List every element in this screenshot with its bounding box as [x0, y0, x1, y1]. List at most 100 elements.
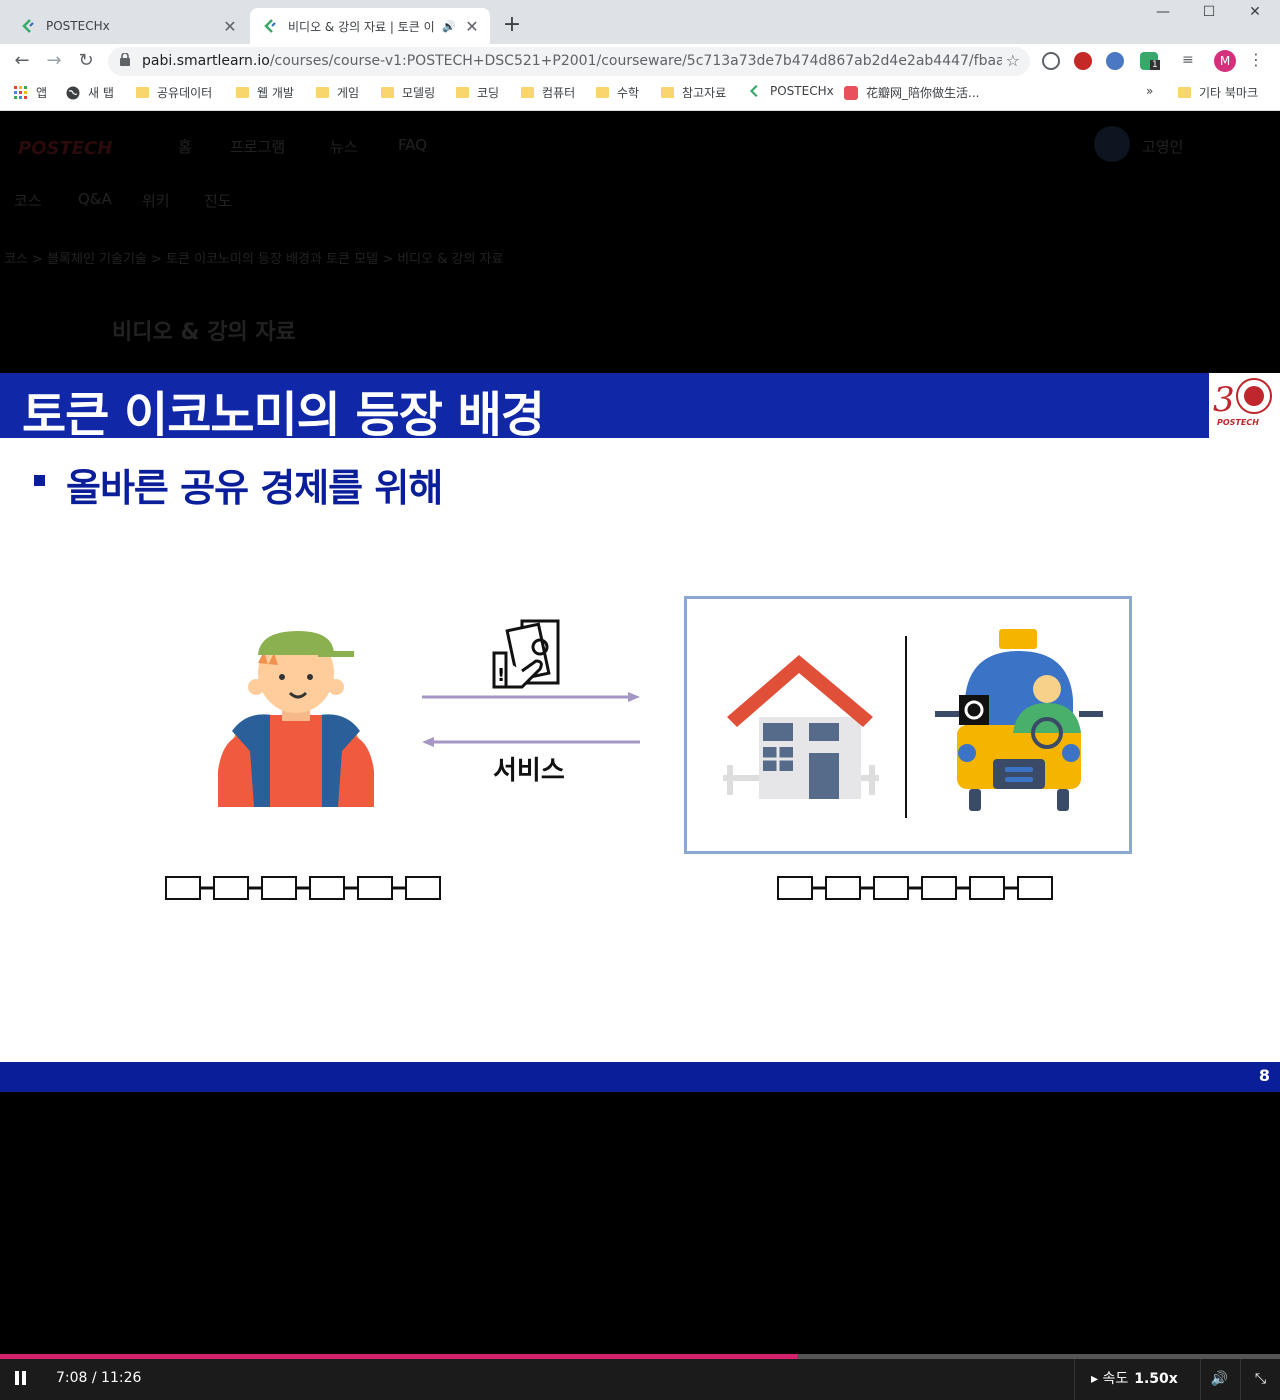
house-icon — [723, 655, 879, 799]
globe-icon — [66, 86, 80, 99]
provider-divider — [905, 636, 907, 818]
folder-icon — [381, 87, 394, 98]
svg-text:!: ! — [497, 665, 505, 686]
user-name[interactable]: 고영인 — [1142, 136, 1183, 157]
bookmark-postechx[interactable]: POSTECHx — [748, 84, 834, 98]
nav-home[interactable]: 홈 — [178, 136, 192, 157]
bookmark-label: 게임 — [337, 86, 360, 100]
back-arrow-icon[interactable]: ← — [10, 50, 34, 71]
bookmark-folder[interactable]: 모델링 — [381, 84, 435, 101]
bookmark-label: POSTECHx — [770, 84, 834, 98]
bookmark-folder[interactable]: 코딩 — [456, 84, 499, 101]
extension-shield-icon[interactable]: 1 — [1140, 52, 1160, 70]
bookmark-folder[interactable]: 참고자료 — [661, 84, 726, 101]
pause-icon[interactable] — [14, 1371, 28, 1385]
nav-news[interactable]: 뉴스 — [330, 136, 358, 157]
extension-badge: 1 — [1150, 60, 1160, 70]
url-path: /courses/course-v1:POSTECH+DSC521+P2001/… — [269, 53, 1002, 69]
course-tab-wiki[interactable]: 위키 — [142, 190, 170, 211]
extension-red-icon[interactable] — [1074, 52, 1092, 70]
bookmark-label: 수학 — [617, 86, 640, 100]
apps-grid-icon — [14, 85, 27, 99]
nav-faq[interactable]: FAQ — [398, 136, 427, 154]
bookmarks-overflow-button[interactable]: » — [1146, 84, 1153, 98]
svg-text:3: 3 — [1213, 380, 1235, 420]
forward-arrow-icon[interactable]: → — [42, 50, 66, 71]
user-person-icon — [218, 631, 374, 807]
tab-close-icon[interactable]: ✕ — [218, 17, 242, 36]
huaban-icon — [844, 85, 858, 100]
reload-icon[interactable]: ↻ — [74, 50, 98, 71]
tab-title: 비디오 & 강의 자료 | 토큰 이 — [288, 19, 435, 34]
breadcrumb[interactable]: 코스 > 블록체인 기술기술 > 토큰 이코노미의 등장 배경과 토큰 모델 >… — [4, 248, 503, 267]
bookmark-label: 새 탭 — [88, 86, 114, 100]
slide-title: 토큰 이코노미의 등장 배경 — [22, 387, 545, 443]
speed-label: 속도 — [1102, 1371, 1129, 1387]
new-tab-button[interactable]: + — [498, 12, 526, 37]
bookmark-new-tab[interactable]: 새 탭 — [66, 84, 114, 101]
tab-video-lecture[interactable]: 비디오 & 강의 자료 | 토큰 이 🔊 ✕ — [250, 8, 490, 44]
folder-icon — [456, 87, 469, 98]
bookmark-huaban[interactable]: 花瓣网_陪你做生活... — [844, 84, 979, 101]
bookmark-folder[interactable]: 공유데이터 — [136, 84, 212, 101]
slide-subtitle: 올바른 공유 경제를 위해 — [66, 466, 443, 510]
exit-fullscreen-icon[interactable]: ⤡ — [1240, 1359, 1280, 1400]
bookmark-label: 코딩 — [477, 86, 500, 100]
folder-icon — [1178, 87, 1191, 98]
address-bar[interactable]: pabi.smartlearn.io/courses/course-v1:POS… — [108, 47, 1030, 76]
video-controls: 7:08 / 11:26 ▸ 속도 1.50x 🔊 ⤡ — [0, 1359, 1280, 1400]
postech-anniversary-icon: 3 — [1213, 378, 1272, 420]
tab-close-icon[interactable]: ✕ — [460, 17, 484, 36]
logo-text: POSTECH — [1217, 418, 1259, 427]
url-text[interactable]: pabi.smartlearn.io/courses/course-v1:POS… — [142, 53, 1002, 69]
bookmarks-bar: 앱 새 탭 공유데이터 웹 개발 게임 모델링 코딩 컴퓨터 수학 참고자료 P… — [0, 78, 1280, 111]
bookmark-star-icon[interactable]: ☆ — [1006, 51, 1020, 70]
tab-postechx[interactable]: POSTECHx ✕ — [8, 8, 248, 44]
course-tab-progress[interactable]: 진도 — [204, 190, 232, 211]
postechx-favicon-icon — [22, 19, 34, 33]
bookmark-label: 웹 개발 — [257, 86, 294, 100]
chrome-menu-icon[interactable]: ⋮ — [1248, 50, 1264, 69]
course-tab-qa[interactable]: Q&A — [78, 190, 112, 208]
profile-avatar[interactable]: M — [1214, 50, 1236, 72]
bookmark-folder[interactable]: 수학 — [596, 84, 639, 101]
site-logo[interactable]: POSTECH — [18, 138, 112, 159]
folder-icon — [316, 87, 329, 98]
folder-icon — [236, 87, 249, 98]
lock-icon — [120, 53, 130, 66]
media-control-icon[interactable]: ≡ — [1182, 52, 1200, 70]
lecture-slide: 토큰 이코노미의 등장 배경 3 POSTECH 올바른 공유 경제를 위해 !… — [0, 373, 1280, 1092]
tab-strip: POSTECHx ✕ 비디오 & 강의 자료 | 토큰 이 🔊 ✕ + — ☐ … — [0, 0, 1280, 44]
bookmark-folder[interactable]: 게임 — [316, 84, 359, 101]
taxi-driver-icon — [935, 629, 1103, 811]
speed-value: 1.50x — [1134, 1371, 1178, 1387]
volume-icon[interactable]: 🔊 — [1200, 1359, 1238, 1400]
service-label: 서비스 — [493, 756, 565, 786]
postechx-favicon-icon — [749, 84, 758, 98]
nav-programs[interactable]: 프로그램 — [230, 136, 285, 157]
postech-30th-logo: 3 POSTECH — [1209, 373, 1280, 438]
bookmark-label: 참고자료 — [682, 86, 727, 100]
extension-cloud-icon[interactable] — [1042, 52, 1060, 70]
bookmark-label: 花瓣网_陪你做生活... — [866, 86, 980, 100]
tab-title: POSTECHx — [46, 19, 110, 33]
audio-playing-icon[interactable]: 🔊 — [442, 20, 456, 33]
url-host: pabi.smartlearn.io — [142, 53, 270, 69]
maximize-icon[interactable]: ☐ — [1186, 4, 1232, 20]
slide-header: 토큰 이코노미의 등장 배경 — [0, 373, 1209, 443]
bookmark-folder[interactable]: 웹 개발 — [236, 84, 294, 101]
user-avatar[interactable] — [1094, 126, 1130, 162]
blockchain-left-icon — [165, 876, 441, 900]
minimize-icon[interactable]: — — [1140, 4, 1186, 20]
folder-icon — [596, 87, 609, 98]
bookmark-folder[interactable]: 컴퓨터 — [521, 84, 575, 101]
course-tab-course[interactable]: 코스 — [14, 190, 42, 211]
bookmark-apps[interactable]: 앱 — [14, 84, 47, 101]
bullet-marker — [34, 475, 45, 486]
extension-blue-icon[interactable] — [1106, 52, 1124, 70]
section-title: 비디오 & 강의 자료 — [112, 320, 296, 345]
window-close-icon[interactable]: ✕ — [1232, 4, 1278, 20]
bookmark-other[interactable]: 기타 북마크 — [1178, 84, 1258, 101]
playback-speed-button[interactable]: ▸ 속도 1.50x — [1074, 1359, 1192, 1400]
folder-icon — [136, 87, 149, 98]
